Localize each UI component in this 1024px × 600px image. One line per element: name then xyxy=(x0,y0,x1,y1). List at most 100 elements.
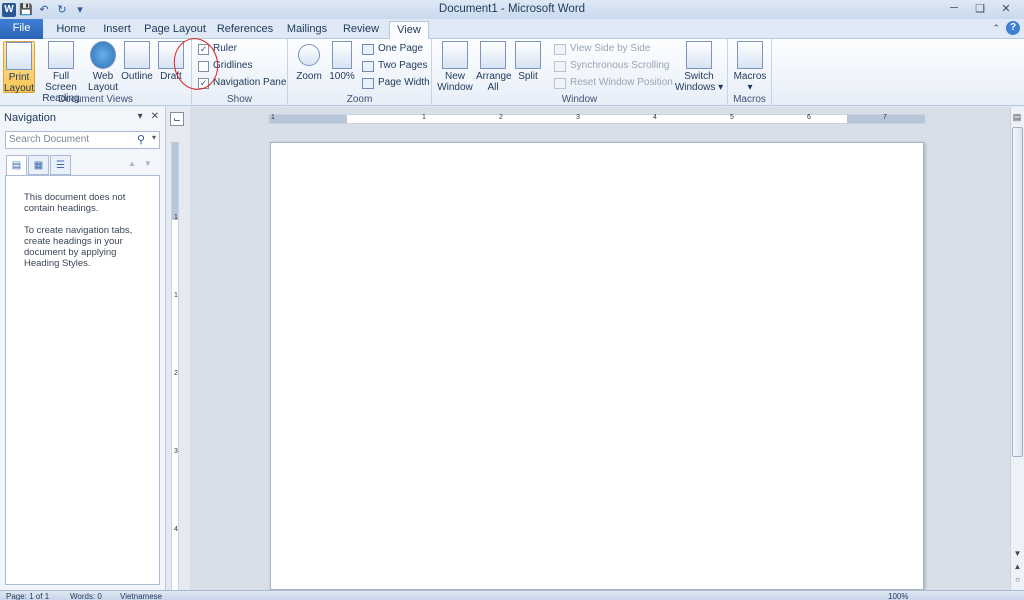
hruler-num: 3 xyxy=(576,114,580,121)
view-side-by-side-button[interactable]: View Side by Side xyxy=(554,41,650,57)
scrollbar-thumb[interactable] xyxy=(1012,127,1023,457)
web-layout-button[interactable]: Web Layout xyxy=(87,41,119,93)
switch-windows-label1: Switch xyxy=(684,71,714,82)
reset-window-position-button[interactable]: Reset Window Position xyxy=(554,75,673,91)
zoom-100-label: 100% xyxy=(329,71,355,82)
tab-mailings[interactable]: Mailings xyxy=(282,21,332,39)
close-icon[interactable]: ✕ xyxy=(994,0,1018,16)
pane-options-icon[interactable]: ▾ xyxy=(138,111,143,122)
web-layout-icon xyxy=(90,41,116,69)
title-bar: W 💾 ↶ ↻ ▾ Document1 - Microsoft Word ─ ❑… xyxy=(0,0,1024,19)
search-document-input[interactable]: Search Document ⚲ ▾ xyxy=(5,131,160,149)
language-indicator[interactable]: Vietnamese xyxy=(120,592,162,600)
synchronous-scrolling-label: Synchronous Scrolling xyxy=(570,60,670,71)
one-page-button[interactable]: One Page xyxy=(362,41,423,57)
tab-home[interactable]: Home xyxy=(52,21,90,39)
tab-references[interactable]: References xyxy=(214,21,276,39)
print-layout-icon xyxy=(6,42,32,70)
document-page[interactable] xyxy=(270,142,924,590)
synchronous-scrolling-button[interactable]: Synchronous Scrolling xyxy=(554,58,670,74)
page-width-label: Page Width xyxy=(378,77,430,88)
print-layout-button[interactable]: Print Layout xyxy=(3,41,35,94)
outline-label: Outline xyxy=(121,71,153,82)
browse-headings-tab[interactable]: ▤ xyxy=(6,155,27,175)
gridlines-label: Gridlines xyxy=(213,60,253,71)
search-dropdown-icon[interactable]: ▾ xyxy=(152,133,156,142)
vertical-ruler-margin xyxy=(172,142,178,220)
print-layout-label2: Layout xyxy=(4,83,35,94)
tab-insert[interactable]: Insert xyxy=(98,21,136,39)
macros-icon xyxy=(737,41,763,69)
group-zoom: Zoom 100% One Page Two Pages Page Width … xyxy=(288,39,432,106)
browse-results-tab[interactable]: ☰ xyxy=(50,155,71,175)
vertical-ruler[interactable]: 1 1 2 3 4 xyxy=(171,142,179,590)
minimize-ribbon-icon[interactable]: ⌃ xyxy=(992,23,1000,34)
page-count[interactable]: Page: 1 of 1 xyxy=(6,592,49,600)
reset-window-position-label: Reset Window Position xyxy=(570,77,673,88)
previous-page-icon[interactable]: ▲ xyxy=(1011,560,1024,573)
document-views-group-label: Document Views xyxy=(58,94,133,105)
page-width-button[interactable]: Page Width xyxy=(362,75,430,91)
help-icon[interactable]: ? xyxy=(1006,21,1020,35)
view-ruler-icon[interactable]: ▤ xyxy=(1011,112,1023,124)
zoom-button[interactable]: Zoom xyxy=(294,41,324,82)
tab-page-layout[interactable]: Page Layout xyxy=(144,21,206,39)
macros-group-label: Macros xyxy=(733,94,766,105)
restore-icon[interactable]: ❑ xyxy=(968,0,992,16)
zoom-100-button[interactable]: 100% xyxy=(328,41,356,82)
tab-selector-icon[interactable]: ⌙ xyxy=(170,112,184,126)
hruler-num: 1 xyxy=(271,114,275,121)
search-icon[interactable]: ⚲ xyxy=(137,133,145,146)
one-page-label: One Page xyxy=(378,43,424,54)
outline-icon xyxy=(124,41,150,69)
switch-windows-button[interactable]: Switch Windows ▾ xyxy=(674,41,724,93)
horizontal-ruler[interactable]: 1 1 2 3 4 5 6 7 xyxy=(269,114,925,124)
zoom-group-label: Zoom xyxy=(346,94,373,105)
full-screen-reading-icon xyxy=(48,41,74,69)
view-side-by-side-label: View Side by Side xyxy=(570,43,651,54)
new-window-button[interactable]: New Window xyxy=(436,41,474,93)
macros-dropdown-icon: ▾ xyxy=(747,82,753,93)
select-browse-object-icon[interactable]: ○ xyxy=(1011,573,1024,586)
navigation-content: This document does not contain headings.… xyxy=(5,175,160,585)
two-pages-button[interactable]: Two Pages xyxy=(362,58,427,74)
group-window: New Window Arrange All Split View Side b… xyxy=(432,39,728,106)
vruler-num: 3 xyxy=(174,448,178,455)
word-count[interactable]: Words: 0 xyxy=(70,592,102,600)
browse-pages-tab[interactable]: ▦ xyxy=(28,155,49,175)
no-headings-message: This document does not contain headings. xyxy=(24,192,126,214)
outline-button[interactable]: Outline xyxy=(120,41,154,82)
next-arrow-icon[interactable]: ▼ xyxy=(144,159,152,168)
arrange-all-icon xyxy=(480,41,506,69)
split-icon xyxy=(515,41,541,69)
minimize-icon[interactable]: ─ xyxy=(942,0,966,16)
hruler-num: 2 xyxy=(499,114,503,121)
full-screen-reading-label1: Full Screen xyxy=(45,71,77,93)
vruler-num: 2 xyxy=(174,370,178,377)
tab-view[interactable]: View xyxy=(389,21,429,40)
tab-file[interactable]: File xyxy=(0,19,43,39)
magnifier-icon xyxy=(298,44,320,66)
arrange-all-label2: All xyxy=(487,82,499,93)
scroll-down-icon[interactable]: ▼ xyxy=(1011,547,1024,560)
create-headings-hint: To create navigation tabs, create headin… xyxy=(24,225,133,269)
split-label: Split xyxy=(518,71,538,82)
hruler-num: 5 xyxy=(730,114,734,121)
two-pages-icon xyxy=(362,60,374,72)
arrange-all-button[interactable]: Arrange All xyxy=(476,41,512,93)
hruler-num: 7 xyxy=(883,114,887,121)
zoom-level[interactable]: 100% xyxy=(888,592,908,600)
split-button[interactable]: Split xyxy=(514,41,542,82)
tab-review[interactable]: Review xyxy=(340,21,382,39)
reset-position-icon xyxy=(554,77,566,89)
hruler-num: 4 xyxy=(653,114,657,121)
two-pages-label: Two Pages xyxy=(378,60,428,71)
nav-arrows: ▲ ▼ xyxy=(128,159,152,168)
zoom-label: Zoom xyxy=(296,71,322,82)
ribbon-view: Print Layout Full Screen Reading Web Lay… xyxy=(0,39,1024,106)
macros-button[interactable]: Macros ▾ xyxy=(732,41,768,93)
close-pane-icon[interactable]: ✕ xyxy=(151,111,159,122)
vertical-scrollbar[interactable]: ▼ ▲ ○ xyxy=(1010,107,1024,590)
group-document-views: Print Layout Full Screen Reading Web Lay… xyxy=(0,39,192,106)
previous-arrow-icon[interactable]: ▲ xyxy=(128,159,136,168)
